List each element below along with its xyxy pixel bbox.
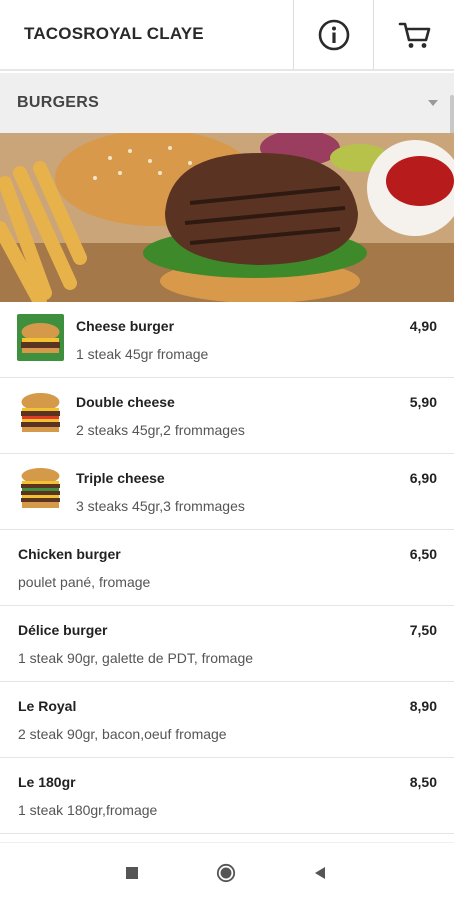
menu-item-name: Chicken burger [18,546,121,562]
burger-banner-image [0,133,454,302]
recents-button[interactable] [122,863,142,883]
menu-item[interactable]: Chicken burger poulet pané, fromage 6,50 [0,530,454,606]
menu-item-price: 5,90 [409,394,437,410]
caret-down-icon [428,100,438,106]
info-button[interactable] [293,0,374,69]
menu-item-name: Délice burger [18,622,108,638]
menu-item[interactable]: Cheese burger 1 steak 45gr fromage 4,90 [0,302,454,378]
menu-list: Cheese burger 1 steak 45gr fromage 4,90 Dou… [0,302,454,834]
menu-item-description: 1 steak 90gr, galette de PDT, fromage [18,650,254,666]
menu-item-description: 2 steak 90gr, bacon,oeuf fromage [18,726,227,742]
triple-cheese-thumbnail [17,466,64,513]
menu-item[interactable]: Délice burger 1 steak 90gr, galette de PD… [0,606,454,682]
menu-item-price: 6,50 [409,546,437,562]
menu-item-description: 1 steak 180gr,fromage [18,802,158,818]
menu-item[interactable]: Le Royal 2 steak 90gr, bacon,oeuf fromage… [0,682,454,758]
home-button[interactable] [216,863,236,883]
double-cheese-thumbnail [17,390,64,437]
menu-item-description: poulet pané, fromage [18,574,151,590]
menu-item[interactable]: Le 180gr 1 steak 180gr,fromage 8,50 [0,758,454,834]
cart-button[interactable] [373,0,454,69]
app-title: TACOSROYAL CLAYE [24,24,204,43]
menu-item-name: Cheese burger [76,318,175,334]
back-button[interactable] [310,863,330,883]
menu-item-price: 4,90 [409,318,437,334]
menu-item-name: Le 180gr [18,774,76,790]
menu-item-description: 2 steaks 45gr,2 frommages [76,422,245,438]
menu-item-price: 7,50 [409,622,437,638]
back-triangle-icon [315,867,325,879]
shopping-cart-icon [398,22,430,48]
menu-item-price: 6,90 [409,470,437,486]
home-circle-icon [216,863,236,883]
system-nav-bar [0,842,454,901]
app-header: TACOSROYAL CLAYE [0,0,454,71]
menu-item-name: Double cheese [76,394,175,410]
scrollbar[interactable] [450,95,454,135]
menu-item-name: Triple cheese [76,470,165,486]
info-circle-icon [318,19,350,50]
category-selector[interactable]: BURGERS [0,73,454,133]
menu-item-price: 8,90 [409,698,437,714]
square-icon [126,867,138,879]
menu-item-name: Le Royal [18,698,77,714]
category-label: BURGERS [17,94,100,111]
menu-item[interactable]: Triple cheese 3 steaks 45gr,3 frommages 6,… [0,454,454,530]
menu-item-description: 1 steak 45gr fromage [76,346,209,362]
menu-item-price: 8,50 [409,774,437,790]
menu-item-description: 3 steaks 45gr,3 frommages [76,498,245,514]
menu-item[interactable]: Double cheese 2 steaks 45gr,2 frommages 5,… [0,378,454,454]
cheeseburger-thumbnail [17,314,64,361]
